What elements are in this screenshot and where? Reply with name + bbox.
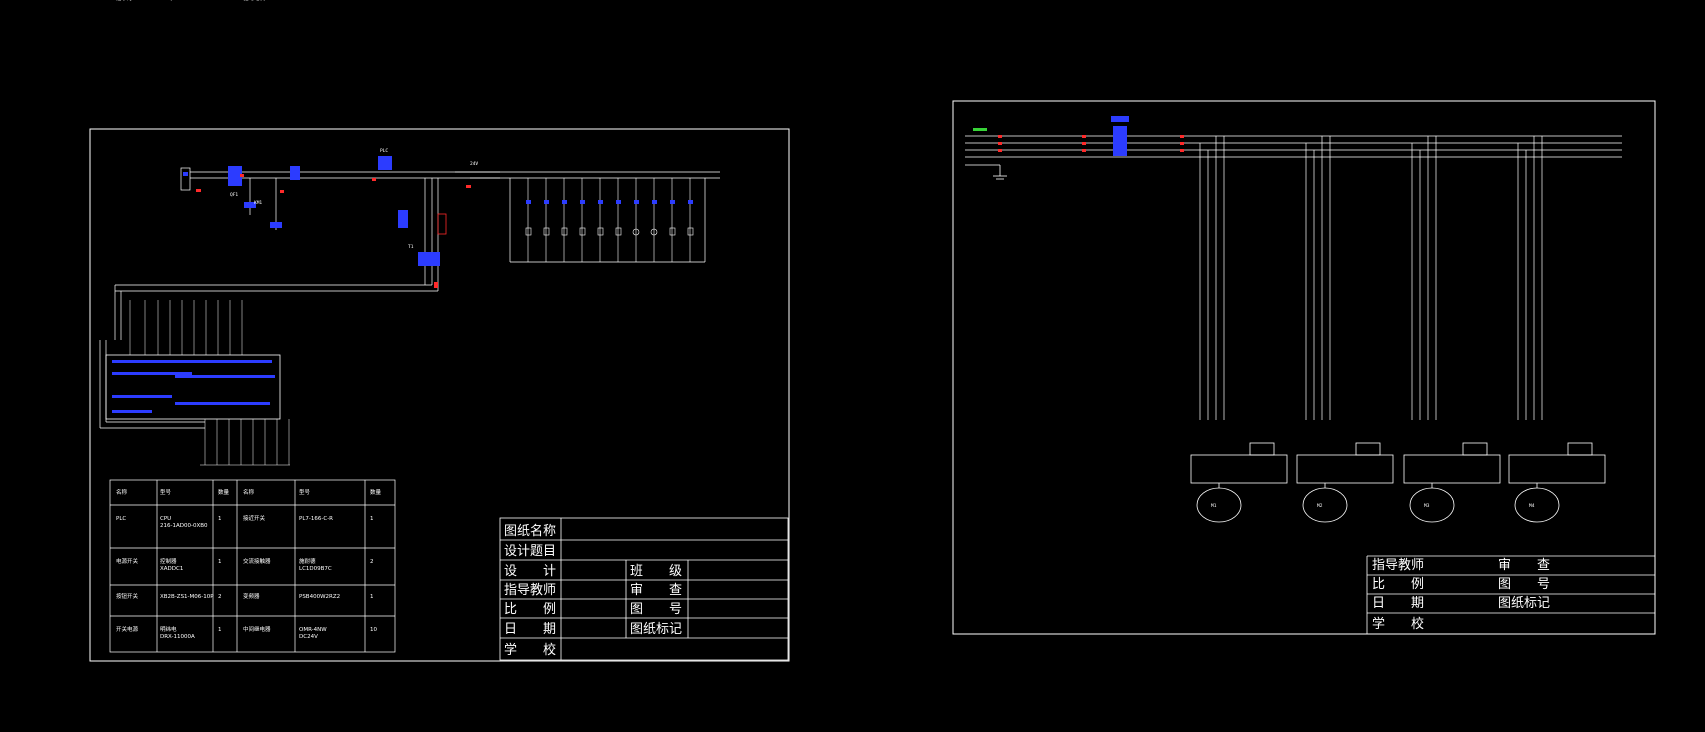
rtb-school: 学 校 bbox=[1372, 616, 1424, 632]
tb-class: 班 级 bbox=[630, 564, 682, 579]
svg-text:T1: T1 bbox=[408, 244, 414, 250]
bom-header-cell: 名称 bbox=[116, 488, 128, 496]
bom-header-cell: 型号 bbox=[299, 488, 311, 496]
bom-cell: 变频器 bbox=[243, 592, 260, 600]
bom-cell: 1 bbox=[370, 594, 374, 600]
tb-school: 学 校 bbox=[504, 642, 556, 658]
bom-cell: 2 bbox=[218, 594, 222, 600]
bom-cell: 10 bbox=[370, 627, 377, 633]
branch-coils bbox=[525, 227, 694, 236]
rtb-scale: 比 例 bbox=[1372, 577, 1424, 592]
bom-cell: PL7-166-C-R bbox=[299, 516, 333, 522]
bom-cell: 1 bbox=[218, 516, 222, 522]
motor-branch-lines bbox=[1199, 136, 1543, 420]
tb-scale: 比 例 bbox=[504, 602, 556, 617]
motor-label-4: M4 bbox=[1529, 503, 1535, 509]
bom-cell: DRX-11000A bbox=[160, 634, 195, 640]
bom-cell: 电源开关 bbox=[116, 557, 139, 565]
tb-drawing-no: 图 号 bbox=[630, 602, 682, 617]
bom-cell: 216-1AD00-0XB0 bbox=[160, 523, 208, 529]
bom-cell: 中间继电器 bbox=[243, 625, 271, 633]
branch-components bbox=[526, 200, 693, 204]
left-drawing-sheet[interactable]: QF1 KM1 PLC 24V T1 名称 型号 数量 名称 型号 数量PLC … bbox=[89, 0, 790, 662]
bom-text: 名称 型号 数量 名称 型号 数量 PLC CPU216-1AD00-0XB0 1 接近开关 PL7… bbox=[116, 0, 382, 640]
motor-unit-2 bbox=[1296, 442, 1394, 523]
tb-drawing-mark: 图纸标记 bbox=[630, 622, 682, 637]
tiny-labels-left: QF1 KM1 PLC 24V T1 bbox=[230, 148, 478, 250]
red-markers-left bbox=[196, 174, 471, 288]
svg-text:KM1: KM1 bbox=[254, 200, 262, 206]
bom-cell: 1 bbox=[218, 627, 222, 633]
bom-cell: 2 bbox=[370, 559, 374, 565]
motor-label-3: M3 bbox=[1424, 503, 1430, 509]
bom-cell: 交流接触器 bbox=[243, 557, 271, 565]
bom-cell: 250V-W bbox=[160, 0, 182, 2]
bom-cell: 控制器 bbox=[160, 557, 177, 565]
rtb-drawing-no: 图 号 bbox=[1498, 577, 1550, 592]
branch-drops bbox=[527, 178, 691, 262]
right-sheet-frame bbox=[952, 100, 1656, 635]
tb-drawing-name: 图纸名称 bbox=[504, 523, 556, 539]
bom-cell: 接近开关 bbox=[243, 514, 266, 522]
rtb-date: 日 期 bbox=[1372, 596, 1424, 611]
svg-text:24V: 24V bbox=[470, 161, 478, 167]
motor-label-2: M2 bbox=[1317, 503, 1323, 509]
tb-design-topic: 设计题目 bbox=[504, 544, 556, 559]
plc-block bbox=[105, 300, 290, 466]
ground-label bbox=[973, 128, 987, 131]
bom-cell: 指示灯 bbox=[116, 0, 133, 2]
main-breaker bbox=[1111, 116, 1129, 156]
svg-text:PLC: PLC bbox=[380, 148, 388, 154]
bom-cell: CPU bbox=[160, 516, 171, 522]
bom-cell: 3 bbox=[218, 0, 222, 2]
motor-labels: M1 M2 M3 M4 bbox=[1211, 503, 1535, 509]
right-drawing-sheet[interactable]: M1 M2 M3 M4 指导教师 审 查 比 例 图 号 日 期 图纸标记 学 … bbox=[952, 100, 1656, 635]
rtb-drawing-mark: 图纸标记 bbox=[1498, 596, 1550, 611]
bom-cell: 明纬电 bbox=[160, 625, 177, 633]
bom-cell: 2 bbox=[370, 0, 374, 2]
motor-unit-4 bbox=[1508, 442, 1606, 523]
motor-label-1: M1 bbox=[1211, 503, 1217, 509]
tb-review: 审 查 bbox=[630, 583, 682, 598]
bom-cell: C500mm bbox=[299, 0, 324, 2]
right-title-block-labels: 指导教师 审 查 比 例 图 号 日 期 图纸标记 学 校 bbox=[1372, 557, 1550, 632]
bom-cell: PSB400W2RZ2 bbox=[299, 594, 340, 600]
tb-designer: 设 计 bbox=[504, 564, 556, 579]
tb-advisor: 指导教师 bbox=[504, 582, 556, 598]
bom-cell: XADDC1 bbox=[160, 566, 183, 572]
tb-date: 日 期 bbox=[504, 622, 556, 637]
rtb-advisor: 指导教师 bbox=[1372, 557, 1424, 573]
rtb-review: 审 查 bbox=[1498, 558, 1550, 573]
motor-unit-1 bbox=[1190, 442, 1288, 523]
red-markers-right bbox=[998, 135, 1184, 152]
bom-cell: 1 bbox=[218, 559, 222, 565]
top-components bbox=[180, 156, 447, 266]
bom-cell: XB2B-ZS1-M06-10P bbox=[160, 594, 214, 600]
bom-header-cell: 名称 bbox=[243, 488, 255, 496]
bom-header-cell: 数量 bbox=[370, 488, 382, 496]
left-sheet-frame bbox=[89, 128, 790, 662]
bom-cell: DC24V bbox=[299, 634, 318, 640]
busbars bbox=[965, 135, 1622, 180]
bom-cell: 驱动电机 bbox=[243, 0, 266, 2]
bom-header-cell: 数量 bbox=[218, 488, 230, 496]
bom-cell: PLC bbox=[116, 516, 126, 522]
drawing-canvas: QF1 KM1 PLC 24V T1 名称 型号 数量 名称 型号 数量PLC … bbox=[89, 0, 1656, 662]
svg-text:QF1: QF1 bbox=[230, 192, 238, 198]
bom-cell: 施耐德 bbox=[299, 557, 316, 565]
cad-viewport[interactable]: QF1 KM1 PLC 24V T1 名称 型号 数量 名称 型号 数量 PLC… bbox=[0, 0, 1705, 732]
bom-cell: LC1D09B7C bbox=[299, 566, 332, 572]
bom-header-cell: 型号 bbox=[160, 488, 172, 496]
bom-cell: OMR-4NW bbox=[299, 627, 327, 633]
bom-cell: 开关电源 bbox=[116, 625, 139, 633]
power-circuit bbox=[99, 171, 720, 429]
motor-unit-3 bbox=[1403, 442, 1501, 523]
bom-cell: 按钮开关 bbox=[116, 592, 139, 600]
bom-cell: 1 bbox=[370, 516, 374, 522]
